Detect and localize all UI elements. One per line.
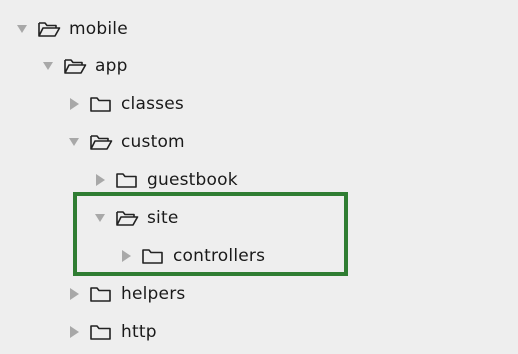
tree-item-label: classes	[121, 94, 184, 114]
expand-arrow-down-icon[interactable]	[42, 59, 54, 73]
folder-closed-icon	[89, 323, 113, 341]
expand-arrow-right-icon[interactable]	[120, 249, 132, 263]
tree-item-label: guestbook	[147, 170, 238, 190]
tree-item-helpers[interactable]: helpers	[68, 279, 185, 309]
folder-open-icon	[63, 57, 87, 75]
expand-arrow-right-icon[interactable]	[94, 173, 106, 187]
file-tree: mobile app classes custom guestbook site…	[0, 0, 518, 354]
tree-item-label: site	[147, 208, 179, 228]
folder-open-icon	[89, 133, 113, 151]
tree-item-label: controllers	[173, 246, 266, 266]
folder-open-icon	[115, 209, 139, 227]
expand-arrow-right-icon[interactable]	[68, 287, 80, 301]
folder-closed-icon	[115, 171, 139, 189]
expand-arrow-right-icon[interactable]	[68, 325, 80, 339]
tree-item-guestbook[interactable]: guestbook	[94, 165, 238, 195]
expand-arrow-down-icon[interactable]	[16, 22, 28, 36]
tree-item-controllers[interactable]: controllers	[120, 241, 265, 271]
tree-item-mobile[interactable]: mobile	[16, 14, 128, 44]
tree-item-label: helpers	[121, 284, 186, 304]
expand-arrow-down-icon[interactable]	[94, 211, 106, 225]
folder-closed-icon	[89, 95, 113, 113]
expand-arrow-down-icon[interactable]	[68, 135, 80, 149]
tree-item-label: app	[95, 56, 128, 76]
folder-closed-icon	[141, 247, 165, 265]
expand-arrow-right-icon[interactable]	[68, 97, 80, 111]
tree-item-app[interactable]: app	[42, 51, 128, 81]
tree-item-label: custom	[121, 132, 185, 152]
tree-item-label: mobile	[69, 19, 128, 39]
tree-item-site[interactable]: site	[94, 203, 179, 233]
folder-closed-icon	[89, 285, 113, 303]
tree-item-label: http	[121, 322, 157, 342]
tree-item-http[interactable]: http	[68, 317, 157, 347]
tree-item-custom[interactable]: custom	[68, 127, 185, 157]
folder-open-icon	[37, 20, 61, 38]
tree-item-classes[interactable]: classes	[68, 89, 184, 119]
